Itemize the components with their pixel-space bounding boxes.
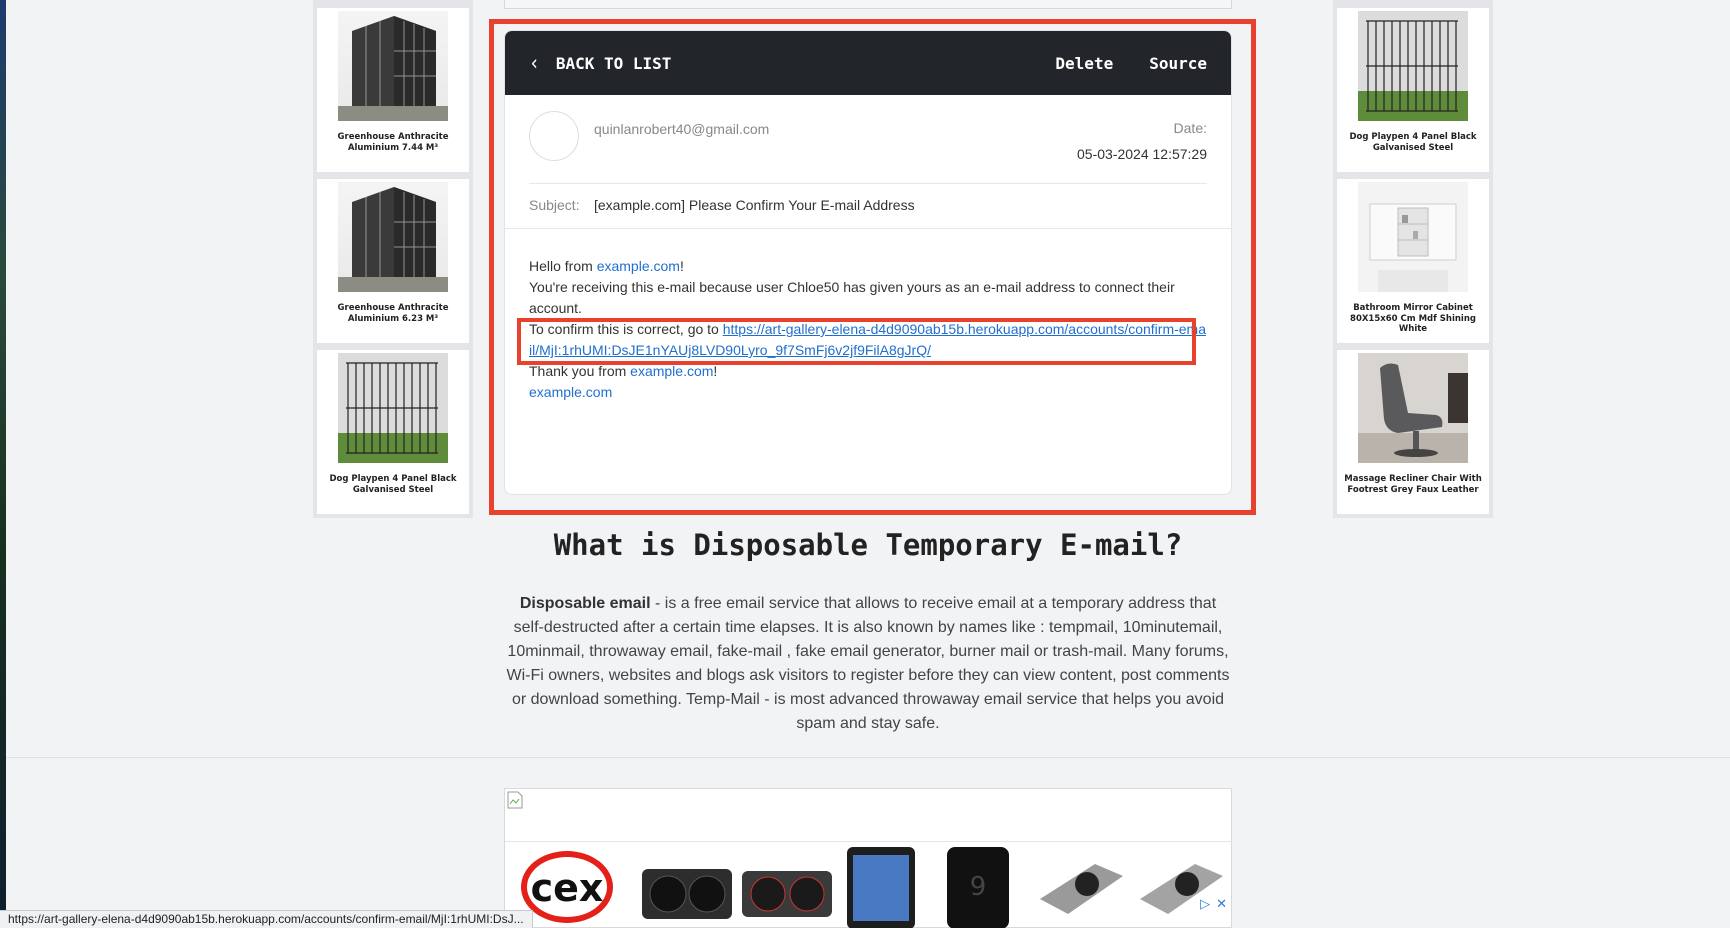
broken-image-icon <box>507 791 523 809</box>
greenhouse-image <box>338 182 448 292</box>
about-text: Disposable email - is a free email servi… <box>504 592 1232 736</box>
mirror-cabinet-image <box>1358 182 1468 292</box>
product-name: Bathroom Mirror Cabinet 80X15x60 Cm Mdf … <box>1350 303 1476 334</box>
section-divider <box>6 757 1730 758</box>
svg-text:cex: cex <box>531 866 604 910</box>
highlight-outline <box>489 19 1256 515</box>
status-bar-url: https://art-gallery-elena-d4d9090ab15b.h… <box>0 910 533 928</box>
left-product-column: Greenhouse Anthracite Aluminium 7.44 M³ … <box>313 0 473 518</box>
playpen-image <box>1358 11 1468 121</box>
product-name: Greenhouse Anthracite Aluminium 6.23 M³ <box>337 303 449 324</box>
svg-text:9: 9 <box>970 872 987 902</box>
product-name: Dog Playpen 4 Panel Black Galvanised Ste… <box>1349 132 1477 153</box>
product-card[interactable]: Massage Recliner Chair With Footrest Gre… <box>1337 350 1489 514</box>
product-card[interactable]: Dog Playpen 4 Panel Black Galvanised Ste… <box>1337 8 1489 172</box>
right-product-column: Dog Playpen 4 Panel Black Galvanised Ste… <box>1333 0 1493 518</box>
graphics-card-image <box>742 871 832 917</box>
tablet-image <box>847 847 915 928</box>
graphics-card-image <box>642 869 732 919</box>
smartphone-image: 9 <box>947 847 1009 928</box>
desktop-edge <box>0 0 6 928</box>
product-card[interactable]: Greenhouse Anthracite Aluminium 6.23 M³ <box>317 179 469 343</box>
product-card[interactable]: Greenhouse Anthracite Aluminium 7.44 M³ <box>317 8 469 172</box>
product-name: Dog Playpen 4 Panel Black Galvanised Ste… <box>329 474 457 495</box>
product-card[interactable]: Dog Playpen 4 Panel Black Galvanised Ste… <box>317 350 469 514</box>
graphics-card-image <box>1040 864 1123 914</box>
about-bold-lead: Disposable email <box>519 595 651 612</box>
product-card[interactable]: Bathroom Mirror Cabinet 80X15x60 Cm Mdf … <box>1337 179 1489 343</box>
greenhouse-image <box>338 11 448 121</box>
ad-products-strip[interactable]: ▷ ✕ cex 9 <box>505 841 1233 928</box>
graphics-card-image <box>1140 864 1223 914</box>
top-container-edge <box>504 0 1232 9</box>
recliner-chair-image <box>1358 353 1468 463</box>
product-name: Greenhouse Anthracite Aluminium 7.44 M³ <box>337 132 449 153</box>
product-name: Massage Recliner Chair With Footrest Gre… <box>1344 474 1482 495</box>
about-body: - is a free email service that allows to… <box>506 595 1230 732</box>
playpen-image <box>338 353 448 463</box>
ad-banner[interactable]: ▷ ✕ cex 9 <box>504 788 1233 928</box>
about-title: What is Disposable Temporary E-mail? <box>553 528 1183 562</box>
